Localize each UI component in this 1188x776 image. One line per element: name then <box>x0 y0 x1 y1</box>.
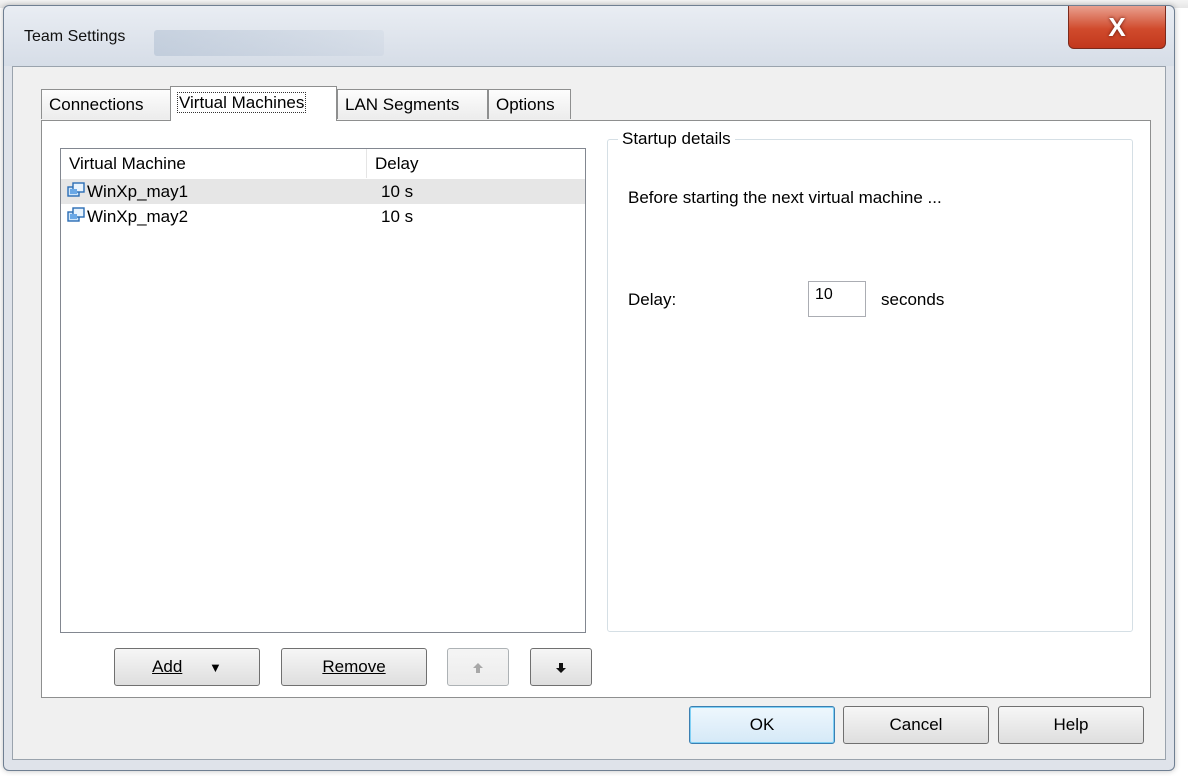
vm-delay: 10 s <box>381 207 414 226</box>
arrow-up-icon <box>473 663 483 673</box>
tab-label: Connections <box>49 95 144 114</box>
window-title: Team Settings <box>24 28 126 45</box>
add-button[interactable]: Add ▼ <box>114 648 260 686</box>
seconds-label: seconds <box>881 290 945 309</box>
virtual-machine-list[interactable]: Virtual Machine Delay WinXp_may1 10 s Wi… <box>60 148 586 633</box>
title-bar[interactable]: Team Settings X <box>4 6 1174 66</box>
column-header-virtual-machine[interactable]: Virtual Machine <box>61 149 367 178</box>
tab-virtual-machines[interactable]: Virtual Machines <box>170 86 337 121</box>
close-icon: X <box>1108 11 1126 42</box>
team-settings-dialog: Team Settings X Connections Virtual Mach… <box>3 5 1175 771</box>
vm-name-cell: WinXp_may2 <box>61 204 188 229</box>
list-item[interactable]: WinXp_may2 10 s <box>61 204 585 229</box>
tab-options[interactable]: Options <box>488 89 571 119</box>
list-header: Virtual Machine Delay <box>61 149 585 178</box>
remove-button[interactable]: Remove <box>281 648 427 686</box>
tab-label: Options <box>496 95 555 114</box>
vm-name: WinXp_may1 <box>87 182 189 201</box>
remove-button-label: Remove <box>322 657 386 676</box>
tab-label: LAN Segments <box>345 95 460 114</box>
add-button-label: Add <box>152 657 183 676</box>
arrow-down-icon <box>556 663 566 673</box>
ok-button[interactable]: OK <box>689 706 835 744</box>
column-header-delay[interactable]: Delay <box>367 149 583 178</box>
help-button[interactable]: Help <box>998 706 1144 744</box>
chevron-down-icon: ▼ <box>209 660 222 675</box>
move-down-button[interactable] <box>530 648 592 686</box>
list-item[interactable]: WinXp_may1 10 s <box>61 179 585 204</box>
startup-description: Before starting the next virtual machine… <box>628 188 942 207</box>
delay-label: Delay: <box>628 290 676 310</box>
title-bar-background-blur <box>154 30 384 56</box>
vm-name-cell: WinXp_may1 <box>61 179 188 204</box>
vm-delay: 10 s <box>381 182 414 201</box>
delay-input[interactable]: 10 <box>808 281 866 317</box>
vm-icon <box>67 207 85 222</box>
virtual-machines-panel: Virtual Machine Delay WinXp_may1 10 s Wi… <box>41 120 1151 698</box>
cancel-button[interactable]: Cancel <box>843 706 989 744</box>
vm-icon <box>67 182 85 197</box>
delay-label-text: Delay: <box>628 290 677 309</box>
move-up-button[interactable] <box>447 648 509 686</box>
startup-details-group: Startup details Before starting the next… <box>607 129 1133 632</box>
close-button[interactable]: X <box>1068 6 1166 49</box>
tab-connections[interactable]: Connections <box>41 89 171 119</box>
tab-lan-segments[interactable]: LAN Segments <box>337 89 488 119</box>
startup-details-title: Startup details <box>618 129 735 149</box>
dialog-client-area: Connections Virtual Machines LAN Segment… <box>12 66 1166 760</box>
vm-name: WinXp_may2 <box>87 207 189 226</box>
tab-label: Virtual Machines <box>176 92 307 113</box>
